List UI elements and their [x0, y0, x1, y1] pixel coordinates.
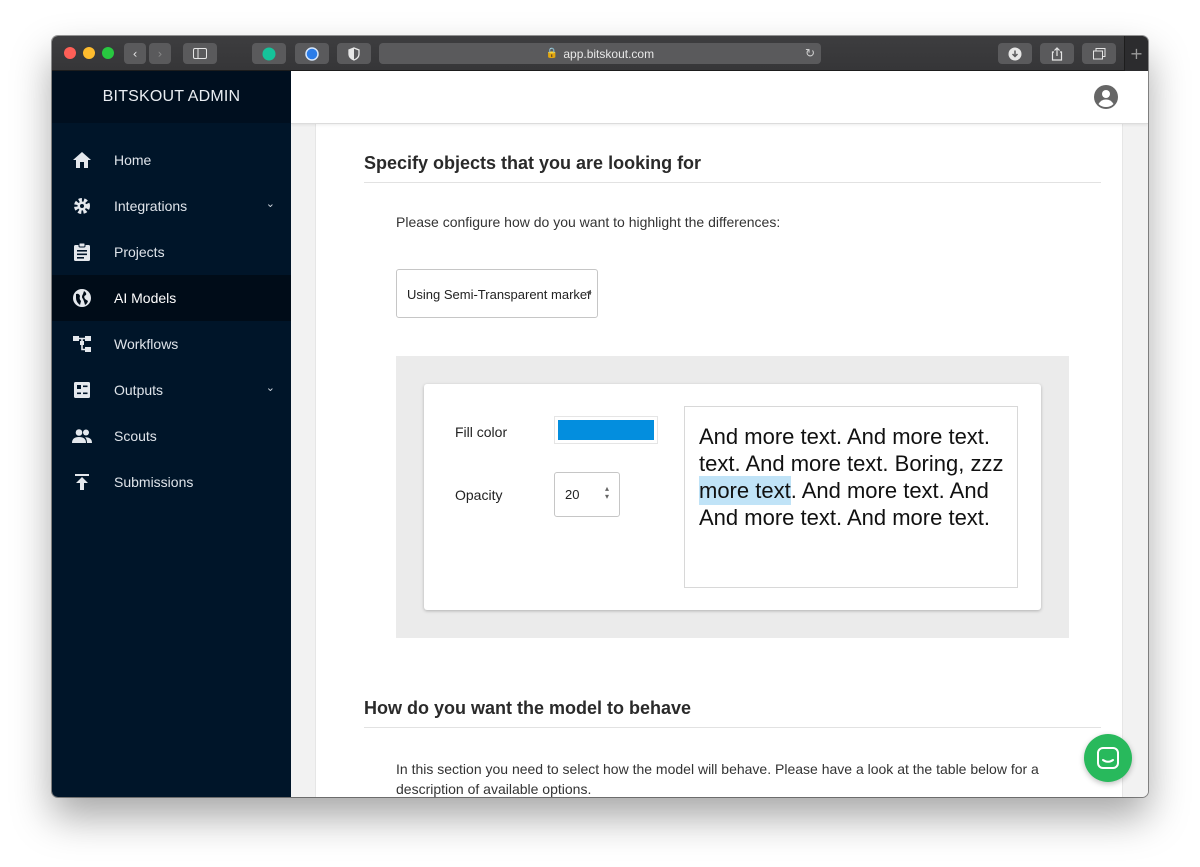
sidebar-item-submissions[interactable]: Submissions	[52, 459, 291, 505]
upload-icon	[72, 472, 92, 492]
behavior-description-line: description of available options.	[396, 781, 592, 797]
highlighted-text: more text	[699, 476, 791, 505]
download-icon	[1008, 47, 1022, 60]
account-avatar-icon[interactable]	[1094, 85, 1118, 109]
behavior-description: In this section you need to select how t…	[396, 759, 1039, 797]
sidebar-item-scouts[interactable]: Scouts	[52, 413, 291, 459]
highlight-sample-text: And more text. And more text. text. And …	[684, 406, 1018, 588]
main-content: Specify objects that you are looking for…	[291, 71, 1148, 797]
globe-icon	[72, 288, 92, 308]
fill-color-swatch	[558, 420, 654, 440]
section-divider	[364, 727, 1101, 728]
workflow-icon	[72, 334, 92, 354]
forward-button[interactable]: ›	[149, 43, 171, 64]
chevron-left-icon: ‹	[132, 46, 138, 61]
reload-icon[interactable]: ↻	[805, 46, 815, 60]
chevron-down-icon[interactable]: ⌄	[266, 381, 275, 394]
privacy-shield-button[interactable]	[337, 43, 371, 64]
tabs-icon	[1092, 47, 1105, 59]
outputs-icon	[72, 380, 92, 400]
maximize-window-button[interactable]	[102, 47, 114, 59]
sidebar-toggle-button[interactable]	[183, 43, 217, 64]
clipboard-icon	[72, 242, 92, 262]
highlight-mode-value: Using Semi-Transparent marker	[407, 287, 592, 302]
sidebar-item-label: Outputs	[114, 382, 164, 398]
dropdown-arrow-icon: ◂	[585, 287, 591, 298]
compass-icon	[305, 46, 319, 61]
sidebar-item-label: Scouts	[114, 428, 157, 444]
highlight-preview-area: Fill color Opacity 20 ▴ ▾ And more text. …	[396, 356, 1069, 638]
sidebar-item-label: Home	[114, 152, 152, 168]
opacity-value: 20	[565, 487, 580, 502]
grammarly-icon	[262, 47, 276, 60]
back-button[interactable]: ‹	[124, 43, 146, 64]
sidebar-item-label: Integrations	[114, 198, 188, 214]
chevron-right-icon: ›	[157, 46, 163, 61]
people-icon	[72, 426, 92, 446]
highlight-preview-card: Fill color Opacity 20 ▴ ▾ And more text. …	[424, 384, 1041, 610]
behavior-description-line: In this section you need to select how t…	[396, 761, 1039, 777]
extension-blue-button[interactable]	[295, 43, 329, 64]
extension-grammarly-button[interactable]	[252, 43, 286, 64]
sidebar-icon	[193, 48, 207, 59]
sidebar-item-ai-models[interactable]: AI Models	[52, 275, 291, 321]
fill-color-label: Fill color	[455, 424, 508, 440]
opacity-input[interactable]: 20 ▴ ▾	[554, 472, 620, 517]
sample-text-fragment: . And more text. And	[790, 478, 989, 503]
opacity-label: Opacity	[455, 487, 503, 503]
highlight-mode-select[interactable]: Using Semi-Transparent marker ◂	[396, 269, 598, 318]
sample-text-line: more text. And more text. And	[699, 476, 989, 505]
sample-text-line: text. And more text. Boring, zzz	[699, 451, 1004, 476]
sample-text-line: And more text. And more text.	[699, 424, 991, 449]
brand-title: BITSKOUT ADMIN	[52, 71, 291, 123]
section-title-behavior: How do you want the model to behave	[364, 698, 692, 718]
new-tab-button[interactable]: +	[1124, 36, 1148, 71]
share-button[interactable]	[1040, 43, 1074, 64]
chevron-down-icon[interactable]: ⌄	[266, 197, 275, 210]
downloads-button[interactable]	[998, 43, 1032, 64]
shield-icon	[348, 46, 360, 61]
section-title-objects: Specify objects that you are looking for	[364, 153, 702, 173]
sidebar-item-home[interactable]: Home	[52, 137, 291, 183]
sample-text-line: And more text. And more text.	[699, 505, 991, 530]
browser-toolbar: ‹ › 🔒 app.bitskout.com ↻ +	[52, 36, 1148, 71]
sidebar-item-label: Submissions	[114, 474, 194, 490]
sidebar-item-integrations[interactable]: Integrations ⌄	[52, 183, 291, 229]
settings-card: Specify objects that you are looking for…	[315, 111, 1123, 797]
chat-launcher-button[interactable]	[1084, 734, 1132, 782]
section-divider	[364, 182, 1101, 183]
sidebar-nav: Home Integrations ⌄ Projects AI Models W…	[52, 137, 291, 505]
sidebar-item-label: AI Models	[114, 290, 177, 306]
tab-overview-button[interactable]	[1082, 43, 1116, 64]
chat-icon	[1097, 747, 1119, 769]
sidebar-item-projects[interactable]: Projects	[52, 229, 291, 275]
address-bar[interactable]: 🔒 app.bitskout.com ↻	[379, 43, 821, 64]
minimize-window-button[interactable]	[83, 47, 95, 59]
home-icon	[72, 150, 92, 170]
sidebar-item-label: Workflows	[114, 336, 179, 352]
lock-icon: 🔒	[545, 48, 559, 59]
sidebar: BITSKOUT ADMIN Home Integrations ⌄ Proje…	[52, 71, 291, 797]
top-header	[291, 71, 1148, 124]
stepper-arrows-icon[interactable]: ▴ ▾	[605, 485, 609, 501]
share-icon	[1051, 46, 1063, 61]
gear-icon	[72, 196, 92, 216]
browser-window: ‹ › 🔒 app.bitskout.com ↻ + BITSKOUT ADMI…	[52, 36, 1148, 797]
sidebar-item-outputs[interactable]: Outputs ⌄	[52, 367, 291, 413]
fill-color-picker[interactable]	[554, 416, 658, 444]
sidebar-item-label: Projects	[114, 244, 165, 260]
close-window-button[interactable]	[64, 47, 76, 59]
address-bar-url: app.bitskout.com	[563, 46, 655, 61]
sidebar-item-workflows[interactable]: Workflows	[52, 321, 291, 367]
highlight-instruction: Please configure how do you want to high…	[396, 214, 781, 230]
